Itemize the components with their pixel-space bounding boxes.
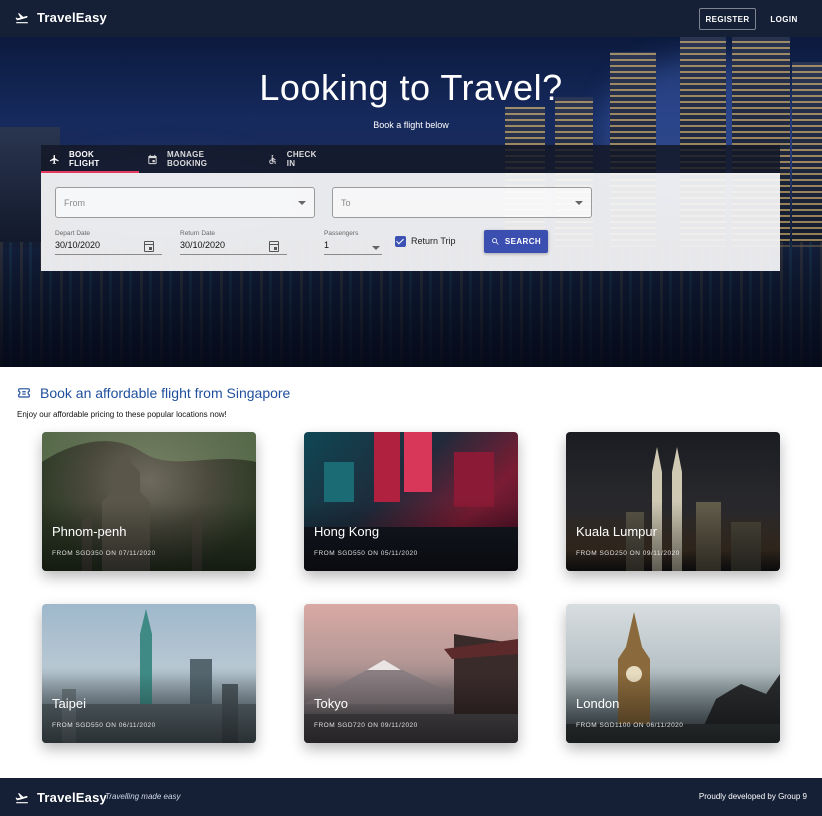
- destination-card-london[interactable]: London FROM SGD1100 ON 06/11/2020: [566, 604, 780, 743]
- ticket-icon: [18, 387, 30, 398]
- calendar-icon: [148, 154, 157, 164]
- return-trip-label: Return Trip: [411, 236, 456, 246]
- depart-date-field[interactable]: Depart Date 30/10/2020: [55, 230, 162, 255]
- section-title: Book an affordable flight from Singapore: [40, 385, 291, 401]
- tab-label: MANAGE BOOKING: [166, 150, 208, 168]
- return-date-field[interactable]: Return Date 30/10/2020: [180, 230, 287, 255]
- card-city: Taipei: [52, 696, 86, 711]
- card-city: London: [576, 696, 620, 711]
- hero-banner: Looking to Travel? Book a flight below B…: [0, 37, 822, 367]
- hero-title: Looking to Travel?: [259, 67, 563, 108]
- hero-subtitle: Book a flight below: [373, 120, 449, 130]
- search-button[interactable]: SEARCH: [484, 230, 548, 253]
- destination-card-hong-kong[interactable]: Hong Kong FROM SGD550 ON 05/11/2020: [304, 432, 518, 571]
- passengers-select[interactable]: Passengers 1: [324, 230, 382, 255]
- passengers-label: Passengers: [324, 230, 359, 237]
- top-navbar: TravelEasy REGISTER LOGIN: [0, 0, 822, 37]
- brand-name: TravelEasy: [37, 10, 107, 25]
- card-city: Tokyo: [314, 696, 348, 711]
- tab-label: CHECK IN: [286, 150, 317, 168]
- tab-check-in[interactable]: CHECK IN: [259, 145, 339, 173]
- airplane-icon: [15, 12, 28, 23]
- footer: TravelEasy Travelling made easy Proudly …: [0, 778, 822, 816]
- booking-form: From To Depart Date 30/10/2020 Return Da…: [41, 173, 780, 271]
- card-price: FROM SGD550 ON 05/11/2020: [314, 550, 418, 557]
- section-subtitle: Enjoy our affordable pricing to these po…: [17, 410, 227, 419]
- search-label: SEARCH: [504, 237, 542, 246]
- card-price: FROM SGD350 ON 07/11/2020: [52, 550, 156, 557]
- card-city: Kuala Lumpur: [576, 524, 657, 539]
- section-header: Book an affordable flight from Singapore: [17, 385, 290, 401]
- destination-card-tokyo[interactable]: Tokyo FROM SGD720 ON 09/11/2020: [304, 604, 518, 743]
- field-underline: [55, 254, 162, 255]
- card-price: FROM SGD1100 ON 06/11/2020: [576, 722, 684, 729]
- card-city: Hong Kong: [314, 524, 380, 539]
- chevron-down-icon: [298, 201, 306, 205]
- from-select[interactable]: From: [55, 187, 315, 218]
- tab-label: BOOK FLIGHT: [68, 150, 100, 168]
- footer-brand-name: TravelEasy: [37, 790, 107, 805]
- tab-manage-booking[interactable]: MANAGE BOOKING: [139, 145, 259, 173]
- booking-tabs: BOOK FLIGHT MANAGE BOOKING CHECK IN: [41, 145, 780, 173]
- footer-credit: Proudly developed by Group 9: [698, 792, 807, 801]
- destination-card-kuala-lumpur[interactable]: Kuala Lumpur FROM SGD250 ON 09/11/2020: [566, 432, 780, 571]
- return-trip-checkbox[interactable]: [395, 236, 406, 247]
- card-price: FROM SGD250 ON 09/11/2020: [576, 550, 680, 557]
- footer-tagline: Travelling made easy: [105, 792, 181, 801]
- accessible-icon: [269, 154, 276, 164]
- to-placeholder: To: [341, 198, 351, 208]
- tab-book-flight[interactable]: BOOK FLIGHT: [41, 145, 139, 173]
- register-button[interactable]: REGISTER: [699, 8, 756, 30]
- card-price: FROM SGD720 ON 09/11/2020: [314, 722, 418, 729]
- to-select[interactable]: To: [332, 187, 592, 218]
- field-underline: [324, 254, 382, 255]
- card-price: FROM SGD550 ON 06/11/2020: [52, 722, 156, 729]
- calendar-icon[interactable]: [144, 241, 154, 252]
- footer-brand[interactable]: TravelEasy: [15, 790, 107, 805]
- card-city: Phnom-penh: [52, 524, 127, 539]
- login-button[interactable]: LOGIN: [764, 8, 804, 30]
- field-underline: [180, 254, 287, 255]
- airplane-icon: [49, 154, 59, 164]
- calendar-icon[interactable]: [269, 241, 279, 252]
- destination-card-taipei[interactable]: Taipei FROM SGD550 ON 06/11/2020: [42, 604, 256, 743]
- destination-card-phnom-penh[interactable]: Phnom-penh FROM SGD350 ON 07/11/2020: [42, 432, 256, 571]
- depart-date-label: Depart Date: [55, 230, 91, 237]
- return-date-label: Return Date: [180, 230, 216, 237]
- from-placeholder: From: [64, 198, 85, 208]
- chevron-down-icon: [575, 201, 583, 205]
- search-icon: [492, 238, 499, 245]
- brand-logo[interactable]: TravelEasy: [15, 10, 107, 25]
- airplane-icon: [15, 792, 28, 803]
- chevron-down-icon: [372, 246, 380, 250]
